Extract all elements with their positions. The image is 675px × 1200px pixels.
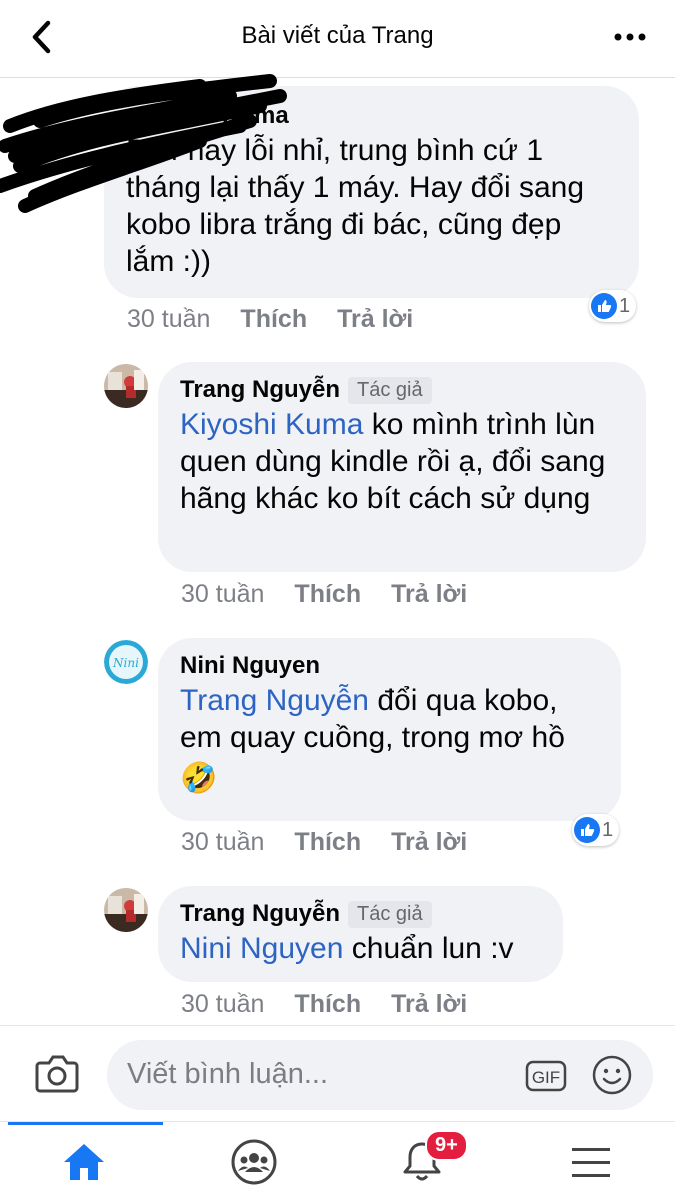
avatar[interactable]: Nini	[104, 640, 148, 684]
author-badge: Tác giả	[348, 900, 432, 928]
like-icon	[591, 293, 617, 319]
active-tab-indicator	[8, 1122, 163, 1125]
reaction-number: 1	[619, 294, 631, 317]
comment-actions: 30 tuần Thích Trả lời	[181, 828, 497, 857]
emoji-icon[interactable]	[591, 1054, 633, 1096]
author-badge: Tác giả	[348, 376, 432, 404]
like-button[interactable]: Thích	[294, 828, 361, 857]
avatar[interactable]	[104, 364, 148, 408]
comment-text: Trang Nguyễn đổi qua kobo, em quay cuồng…	[180, 684, 565, 754]
comment-time: 30 tuần	[181, 990, 265, 1018]
comment-input-placeholder: Viết bình luận...	[127, 1058, 329, 1090]
redaction-scribble	[0, 74, 287, 213]
comment-author[interactable]: Nini Nguyen	[180, 652, 320, 680]
reply-button[interactable]: Trả lời	[391, 580, 467, 609]
comment-actions: 30 tuần Thích Trả lời	[181, 580, 497, 609]
comment-time: 30 tuần	[127, 305, 211, 333]
page-title: Bài viết của Trang	[241, 22, 434, 49]
like-button[interactable]: Thích	[240, 305, 307, 334]
comment-composer: Viết bình luận... GIF	[0, 1025, 675, 1121]
comment-actions: 30 tuần Thích Trả lời	[127, 305, 443, 334]
comment-input[interactable]: Viết bình luận... GIF	[107, 1040, 653, 1110]
comment-text: Kiyoshi Kuma ko mình trình lùn quen dùng…	[180, 408, 606, 515]
comment-author[interactable]: Trang Nguyễn	[180, 900, 340, 928]
comment-text: Nini Nguyen chuẩn lun :v	[180, 932, 514, 965]
bottom-nav: 9+	[0, 1121, 675, 1200]
mention-link[interactable]: Nini Nguyen	[180, 932, 343, 965]
comment-bubble[interactable]: Nini Nguyen Trang Nguyễn đổi qua kobo, e…	[158, 638, 621, 821]
more-icon[interactable]	[613, 24, 647, 50]
notification-badge: 9+	[425, 1130, 468, 1161]
comment-author[interactable]: Trang Nguyễn	[180, 376, 340, 404]
svg-text:GIF: GIF	[532, 1068, 560, 1087]
gif-icon[interactable]: GIF	[525, 1060, 567, 1092]
menu-icon[interactable]	[565, 1136, 617, 1188]
mention-link[interactable]: Trang Nguyễn	[180, 684, 369, 717]
comment-bubble[interactable]: Trang Nguyễn Tác giả Kiyoshi Kuma ko mìn…	[158, 362, 646, 572]
reply-button[interactable]: Trả lời	[391, 990, 467, 1019]
camera-icon[interactable]	[34, 1053, 80, 1095]
comment-time: 30 tuần	[181, 580, 265, 608]
reply-button[interactable]: Trả lời	[337, 305, 413, 334]
groups-icon[interactable]	[228, 1136, 280, 1188]
emoji: 🤣	[180, 762, 218, 795]
mention-link[interactable]: Kiyoshi Kuma	[180, 408, 363, 441]
reply-button[interactable]: Trả lời	[391, 828, 467, 857]
like-icon	[574, 817, 600, 843]
svg-text:Nini: Nini	[112, 656, 139, 670]
like-button[interactable]: Thích	[294, 990, 361, 1019]
home-icon[interactable]	[58, 1136, 110, 1188]
comment-time: 30 tuần	[181, 828, 265, 856]
reaction-number: 1	[602, 818, 614, 841]
reaction-count[interactable]: 1	[572, 814, 620, 846]
comment-actions: 30 tuần Thích Trả lời	[181, 990, 497, 1019]
like-button[interactable]: Thích	[294, 580, 361, 609]
reaction-count[interactable]: 1	[589, 290, 637, 322]
comment-bubble[interactable]: Trang Nguyễn Tác giả Nini Nguyen chuẩn l…	[158, 886, 563, 982]
avatar[interactable]	[104, 888, 148, 932]
